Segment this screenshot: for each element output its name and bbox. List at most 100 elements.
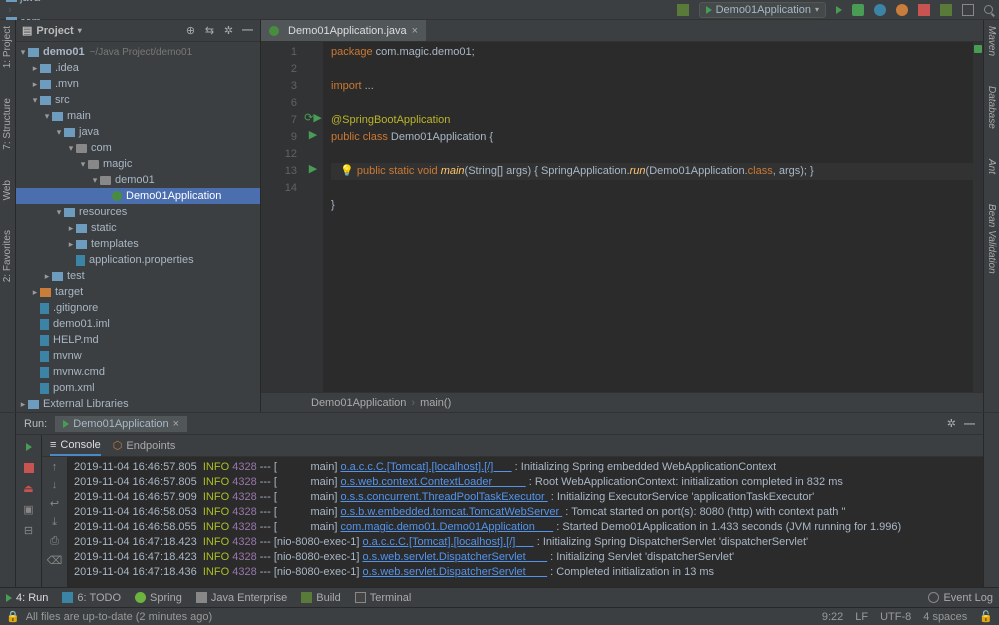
folder-icon (64, 208, 75, 217)
breadcrumb-method[interactable]: main() (420, 397, 451, 409)
node-label: Demo01Application (126, 190, 221, 202)
scroll-end-icon[interactable]: ⤓ (52, 516, 57, 529)
tree-node[interactable]: ▾magic (16, 156, 260, 172)
expand-all-icon[interactable]: ⇆ (203, 24, 216, 37)
run-tab[interactable]: Demo01Application × (55, 416, 187, 432)
breadcrumb-item[interactable]: java (6, 0, 114, 4)
stripe-button[interactable]: Web (2, 180, 13, 200)
indent-settings[interactable]: 4 spaces (923, 611, 967, 623)
project-structure-icon[interactable] (962, 4, 974, 16)
tree-node[interactable]: ▾com (16, 140, 260, 156)
run-icon[interactable] (836, 6, 842, 14)
endpoints-tab[interactable]: ⬡Endpoints (113, 435, 176, 456)
pin-icon[interactable]: ⊟ (21, 523, 36, 538)
stripe-button[interactable]: Maven (986, 26, 997, 56)
run-toolwindow-button[interactable]: 4: Run (6, 592, 48, 604)
close-icon[interactable]: × (173, 418, 179, 430)
stripe-button[interactable]: 2: Favorites (2, 230, 13, 282)
folder-icon (28, 400, 39, 409)
tree-node[interactable]: ▸.idea (16, 60, 260, 76)
run-config-selector[interactable]: Demo01Application ▾ (699, 2, 826, 18)
layout-icon[interactable]: ▣ (21, 502, 36, 517)
hide-icon[interactable]: — (964, 418, 975, 430)
clear-icon[interactable]: ⌫ (47, 554, 63, 567)
tree-node[interactable]: ▾main (16, 108, 260, 124)
up-icon[interactable]: ↑ (52, 461, 58, 473)
select-opened-icon[interactable]: ⊕ (184, 24, 197, 37)
tree-node[interactable]: pom.xml (16, 380, 260, 396)
code-editor[interactable]: 123679121314 ⟳▶▶▶ package com.magic.demo… (261, 42, 983, 392)
tree-node[interactable]: ▾demo01 (16, 172, 260, 188)
tree-node[interactable]: mvnw (16, 348, 260, 364)
tree-node[interactable]: ▸target (16, 284, 260, 300)
settings-icon[interactable]: ✲ (222, 24, 235, 37)
readonly-toggle[interactable]: 🔓 (979, 610, 993, 623)
editor-tab[interactable]: Demo01Application.java × (261, 20, 427, 41)
eventlog-toolwindow-button[interactable]: Event Log (928, 592, 993, 604)
stop-icon[interactable] (918, 4, 930, 16)
tree-node[interactable]: ▾java (16, 124, 260, 140)
folder-icon (52, 272, 63, 281)
todo-icon (62, 592, 73, 603)
tree-root[interactable]: ▾ demo01 ~/Java Project/demo01 (16, 44, 260, 60)
root-label: demo01 (43, 46, 85, 58)
tree-node[interactable]: Demo01Application (16, 188, 260, 204)
down-icon[interactable]: ↓ (52, 479, 58, 491)
tree-node[interactable]: ▾resources (16, 204, 260, 220)
run-coverage-icon[interactable] (874, 4, 886, 16)
stripe-button[interactable]: 7: Structure (2, 98, 13, 150)
package-icon (88, 160, 99, 169)
terminal-toolwindow-button[interactable]: Terminal (355, 592, 412, 604)
tree-node[interactable]: ▸test (16, 268, 260, 284)
javaee-toolwindow-button[interactable]: Java Enterprise (196, 592, 287, 604)
tree-node[interactable]: ▸templates (16, 236, 260, 252)
node-label: External Libraries (43, 398, 129, 410)
stripe-button[interactable]: 1: Project (2, 26, 13, 68)
stripe-button[interactable]: Bean Validation (986, 204, 997, 274)
rerun-icon[interactable] (21, 439, 36, 454)
console-tab[interactable]: ≡Console (50, 435, 101, 456)
spring-toolwindow-button[interactable]: Spring (135, 592, 182, 604)
tree-node[interactable]: .gitignore (16, 300, 260, 316)
cursor-position[interactable]: 9:22 (822, 611, 843, 623)
folder-icon (76, 240, 87, 249)
tree-node[interactable]: ▸static (16, 220, 260, 236)
file-encoding[interactable]: UTF-8 (880, 611, 911, 623)
node-label: .idea (55, 62, 79, 74)
tree-node[interactable]: ▸External Libraries (16, 396, 260, 412)
project-tree[interactable]: ▾ demo01 ~/Java Project/demo01 ▸.idea▸.m… (16, 42, 260, 412)
print-icon[interactable]: ⎙ (50, 535, 59, 548)
run-title: Run: (24, 418, 47, 430)
exit-icon[interactable]: ⏏ (21, 481, 36, 496)
stripe-button[interactable]: Database (986, 86, 997, 129)
build-toolwindow-button[interactable]: Build (301, 592, 340, 604)
tree-node[interactable]: ▸.mvn (16, 76, 260, 92)
profile-icon[interactable] (896, 4, 908, 16)
status-lock-icon[interactable]: 🔒 (6, 610, 20, 623)
tree-node[interactable]: ▾src (16, 92, 260, 108)
line-separator[interactable]: LF (855, 611, 868, 623)
soft-wrap-icon[interactable]: ↩ (50, 497, 59, 510)
build-icon[interactable] (677, 4, 689, 16)
editor-breadcrumbs[interactable]: Demo01Application › main() (261, 392, 983, 412)
tree-node[interactable]: application.properties (16, 252, 260, 268)
search-icon[interactable] (984, 5, 993, 14)
todo-toolwindow-button[interactable]: 6: TODO (62, 592, 121, 604)
console-output[interactable]: 2019-11-04 16:46:57.805 INFO 4328 --- [ … (68, 457, 983, 587)
settings-icon[interactable]: ✲ (947, 417, 956, 430)
hide-icon[interactable]: — (241, 24, 254, 37)
tree-node[interactable]: HELP.md (16, 332, 260, 348)
code-content[interactable]: package com.magic.demo01; import ... @Sp… (323, 42, 983, 392)
line-number-gutter: 123679121314 (261, 42, 303, 392)
breadcrumb-class[interactable]: Demo01Application (311, 397, 406, 409)
gutter-icons[interactable]: ⟳▶▶▶ (303, 42, 323, 392)
error-stripe[interactable] (973, 42, 983, 392)
tree-node[interactable]: mvnw.cmd (16, 364, 260, 380)
debug-icon[interactable] (852, 4, 864, 16)
close-icon[interactable]: × (412, 25, 418, 37)
stripe-button[interactable]: Ant (986, 159, 997, 174)
vcs-icon[interactable] (940, 4, 952, 16)
stop-icon[interactable] (21, 460, 36, 475)
run-header: Run: Demo01Application × ✲ — (16, 413, 983, 435)
tree-node[interactable]: demo01.iml (16, 316, 260, 332)
